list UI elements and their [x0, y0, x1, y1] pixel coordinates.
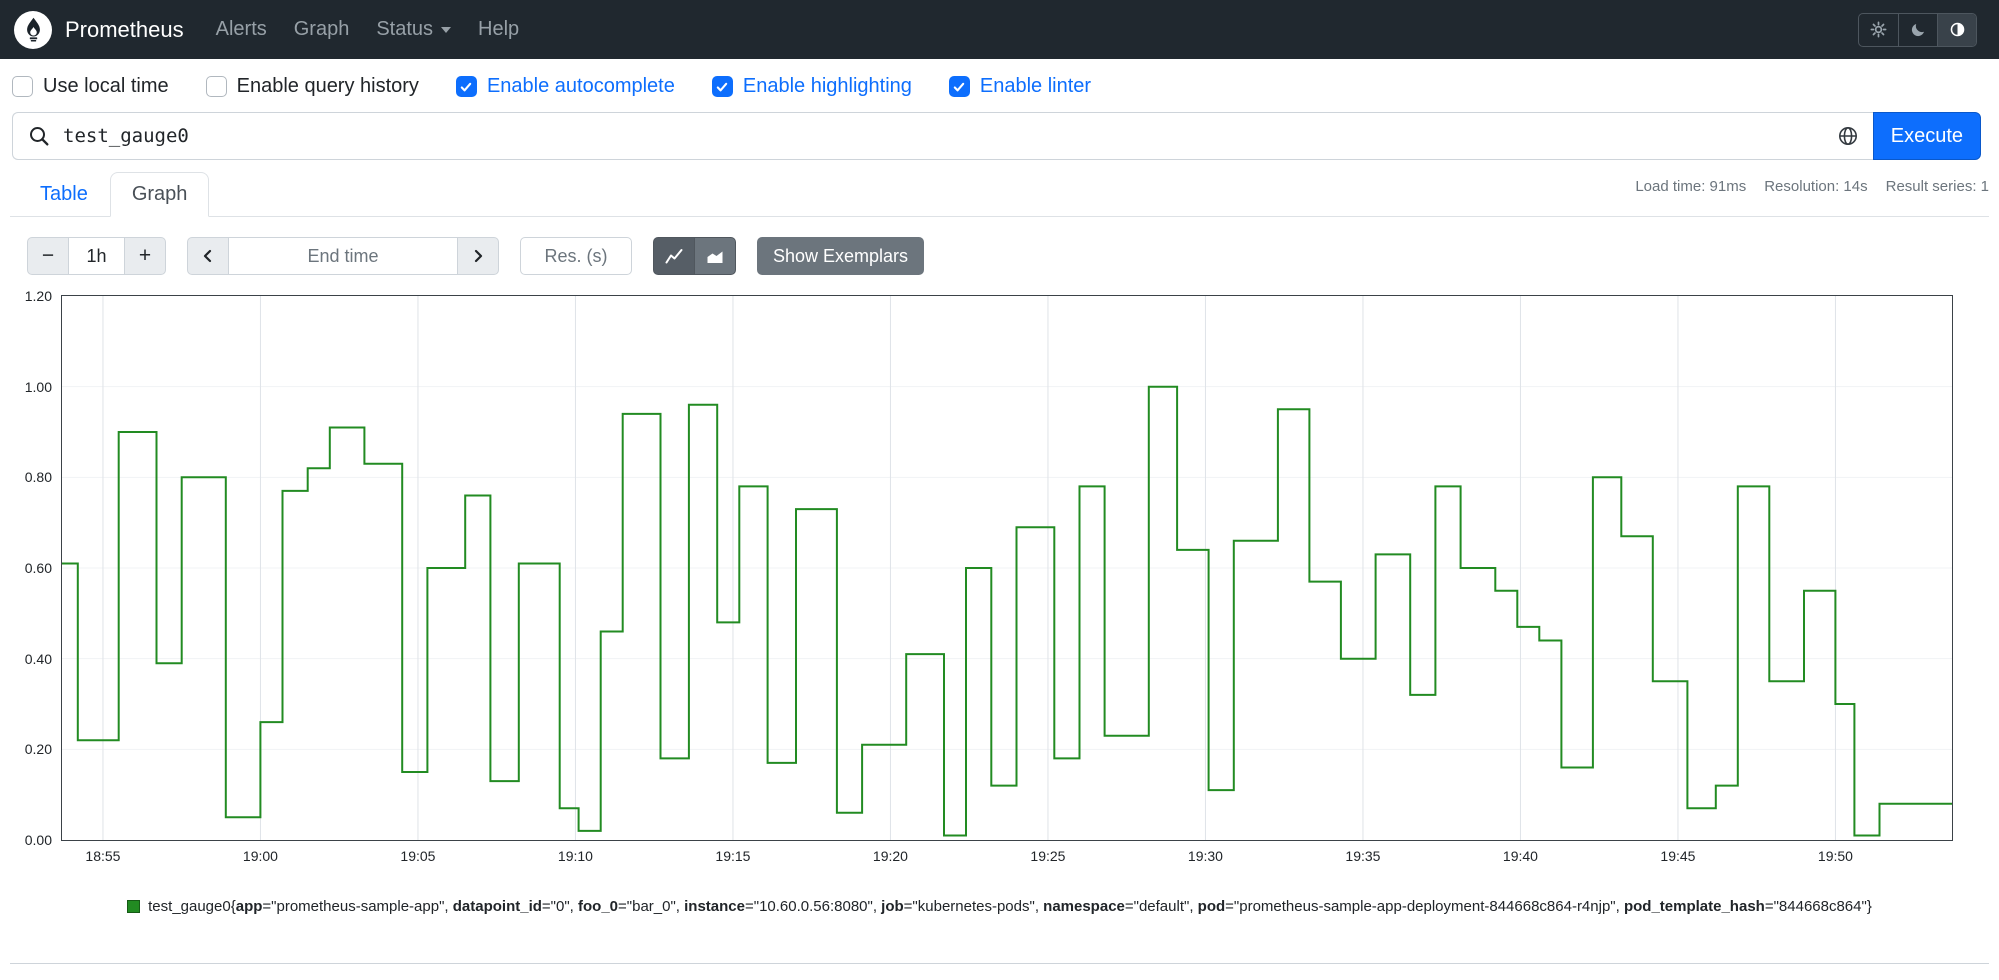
light-theme-button[interactable]	[1859, 14, 1898, 46]
time-forward-button[interactable]	[457, 237, 499, 275]
tab-table[interactable]: Table	[18, 172, 110, 216]
flame-icon	[26, 17, 40, 42]
checkbox-enable-query-history[interactable]: Enable query history	[205, 75, 419, 98]
main-content: Table Graph Load time: 91ms Resolution: …	[10, 172, 1989, 964]
x-axis-label: 19:30	[1187, 848, 1223, 864]
legend-text: test_gauge0{app="prometheus-sample-app",…	[148, 898, 1872, 915]
x-axis-label: 19:15	[715, 848, 751, 864]
stacked-graph-toggle[interactable]	[694, 237, 736, 275]
query-input-group	[12, 112, 1873, 160]
y-axis-label: 0.40	[24, 650, 52, 667]
nav-item-alerts[interactable]: Alerts	[216, 18, 267, 41]
x-axis-label: 19:25	[1030, 848, 1066, 864]
line-chart-icon	[665, 249, 683, 264]
y-axis-label: 0.60	[24, 560, 52, 576]
range-group: − +	[27, 237, 166, 275]
checkbox-label: Use local time	[43, 75, 169, 97]
stacked-chart-icon	[707, 251, 723, 263]
x-axis-label: 19:00	[242, 848, 278, 864]
unchecked-checkbox-icon[interactable]	[205, 76, 227, 97]
nav-item-help[interactable]: Help	[478, 18, 519, 41]
chevron-right-icon	[474, 249, 483, 263]
theme-toggle-group	[1858, 12, 1977, 47]
checkbox-enable-linter[interactable]: Enable linter	[948, 75, 1092, 98]
chevron-down-icon	[441, 27, 452, 33]
chart-plot[interactable]: 0.00 0.20 0.40 0.60 0.80 1.00 1.20 18:55 19:00 19…	[25, 288, 1953, 864]
load-time-text: Load time: 91ms	[1635, 178, 1747, 195]
y-axis-label: 0.00	[24, 832, 52, 848]
x-axis-label: 19:35	[1345, 848, 1381, 864]
resolution-input[interactable]	[520, 237, 632, 275]
search-icon	[13, 125, 63, 147]
range-increase-button[interactable]: +	[124, 237, 166, 275]
half-circle-theme-icon	[1950, 22, 1964, 37]
globe-icon	[1838, 127, 1857, 145]
chart-type-toggle	[653, 237, 736, 275]
navbar-left: Prometheus Alerts Graph Status Help	[14, 0, 519, 59]
query-stats: Load time: 91ms Resolution: 14s Result s…	[1635, 178, 1989, 195]
navbar: Prometheus Alerts Graph Status Help	[0, 0, 1999, 59]
checkbox-label: Enable highlighting	[742, 75, 912, 97]
prometheus-logo[interactable]	[14, 10, 52, 49]
time-back-button[interactable]	[187, 237, 229, 275]
metrics-explorer-button[interactable]	[1823, 125, 1873, 147]
checkbox-use-local-time[interactable]: Use local time	[12, 75, 169, 98]
show-exemplars-button[interactable]: Show Exemplars	[757, 237, 925, 275]
checked-checkbox-icon[interactable]	[711, 76, 733, 97]
tabs: Table Graph	[18, 172, 210, 217]
tab-graph[interactable]: Graph	[109, 172, 210, 217]
end-time-input[interactable]	[228, 237, 458, 275]
y-axis-label: 1.20	[24, 288, 52, 304]
graph-panel: − + Show E	[10, 237, 1989, 964]
resolution-text: Resolution: 14s	[1764, 178, 1868, 195]
nav-item-status[interactable]: Status	[376, 18, 452, 41]
nav-item-graph[interactable]: Graph	[294, 18, 350, 41]
brand-title[interactable]: Prometheus	[65, 17, 184, 43]
x-axis-label: 19:40	[1502, 848, 1538, 864]
x-axis-label: 19:20	[872, 848, 908, 864]
end-time-group	[187, 237, 499, 275]
checked-checkbox-icon[interactable]	[948, 76, 970, 97]
range-decrease-button[interactable]: −	[27, 237, 69, 275]
query-row: Execute	[12, 112, 1981, 160]
checked-checkbox-icon[interactable]	[455, 76, 477, 97]
execute-button[interactable]: Execute	[1872, 112, 1981, 160]
settings-gear-icon	[1870, 21, 1887, 38]
dark-theme-button[interactable]	[1898, 13, 1937, 46]
range-input[interactable]	[68, 237, 125, 275]
x-axis-label: 19:45	[1660, 848, 1696, 864]
line-graph-toggle[interactable]	[653, 237, 695, 275]
tabs-row: Table Graph Load time: 91ms Resolution: …	[10, 172, 1989, 217]
moon-icon	[1911, 23, 1924, 37]
series-line	[62, 385, 1952, 837]
chart-canvas	[62, 296, 1952, 840]
checkbox-enable-highlighting[interactable]: Enable highlighting	[711, 75, 912, 98]
auto-theme-button[interactable]	[1937, 13, 1976, 46]
navbar-links: Alerts Graph Status Help	[216, 18, 520, 41]
x-axis-label: 19:50	[1817, 848, 1853, 864]
x-axis-label: 19:05	[400, 848, 436, 864]
chart-area: 0.00 0.20 0.40 0.60 0.80 1.00 1.20 18:55 19:00 19…	[25, 288, 1953, 864]
checkbox-label: Enable autocomplete	[486, 75, 675, 97]
expression-input[interactable]	[63, 113, 1823, 159]
result-series-text: Result series: 1	[1885, 178, 1989, 195]
x-axis-label: 18:55	[85, 848, 121, 864]
graph-controls: − + Show E	[27, 237, 1989, 275]
y-axis-label: 1.00	[24, 378, 52, 395]
y-axis-label: 0.80	[24, 469, 52, 486]
checkbox-label: Enable linter	[979, 75, 1092, 97]
checkbox-label: Enable query history	[236, 75, 419, 97]
options-row: Use local time Enable query history Enable…	[0, 59, 1999, 112]
legend-swatch	[127, 900, 141, 913]
unchecked-checkbox-icon[interactable]	[12, 76, 33, 97]
chevron-left-icon	[203, 249, 212, 263]
y-axis-label: 0.20	[24, 741, 52, 758]
checkbox-enable-autocomplete[interactable]: Enable autocomplete	[455, 75, 675, 98]
x-axis-label: 19:10	[557, 848, 593, 864]
legend-item[interactable]: test_gauge0{app="prometheus-sample-app",…	[10, 897, 1989, 917]
